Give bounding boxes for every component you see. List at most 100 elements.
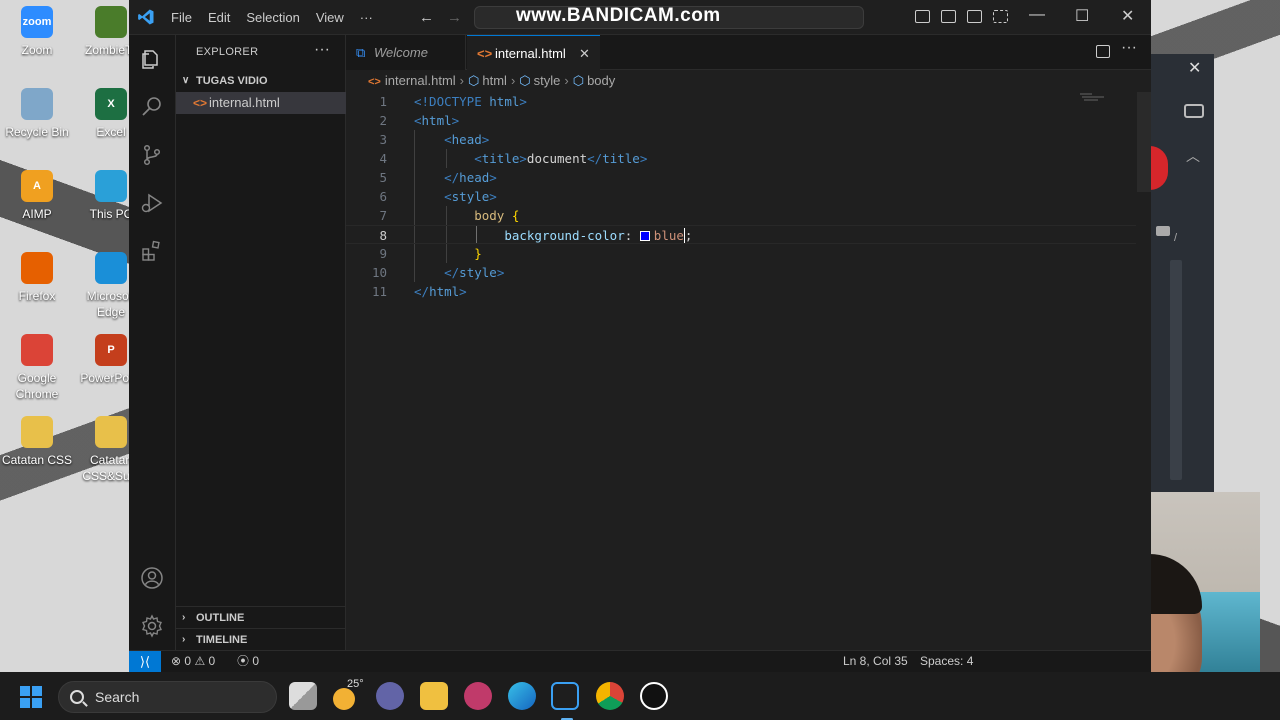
weather-icon[interactable]	[333, 688, 355, 710]
forward-arrow-icon[interactable]: →	[447, 9, 462, 26]
more-actions-button[interactable]: ···	[314, 41, 330, 59]
bandicam-record-icon[interactable]	[640, 682, 668, 710]
tab-internal-html[interactable]: <> internal.html ✕	[467, 35, 600, 70]
minimize-button[interactable]: —	[1029, 6, 1045, 24]
explorer-title: EXPLORER	[196, 46, 259, 58]
element-icon: ⬡	[519, 73, 531, 88]
task-view-icon[interactable]	[289, 682, 317, 710]
tab-welcome[interactable]: ⧉ Welcome	[346, 35, 466, 70]
more-actions-button[interactable]: ···	[1121, 39, 1137, 57]
account-icon[interactable]	[140, 566, 164, 590]
chrome-taskbar-icon[interactable]	[596, 682, 624, 710]
app-icon	[95, 170, 127, 202]
record-button[interactable]	[1150, 146, 1168, 190]
search-icon	[70, 690, 84, 704]
ports-indicator[interactable]: ⦿ 0	[237, 651, 259, 672]
desktop-icon[interactable]: A AIMP	[1, 170, 73, 222]
line-number: 1	[379, 94, 387, 109]
toggle-primary-sidebar-icon[interactable]	[915, 10, 930, 23]
extensions-icon[interactable]	[140, 239, 164, 263]
code-line: 1 <!DOCTYPE html>	[346, 92, 1136, 111]
toggle-secondary-sidebar-icon[interactable]	[967, 10, 982, 23]
customize-layout-icon[interactable]	[993, 10, 1008, 23]
desktop-icon-label: Catatan CSS	[1, 453, 73, 467]
windows-start-icon[interactable]	[20, 686, 42, 708]
gear-icon[interactable]	[140, 614, 164, 638]
run-debug-icon[interactable]	[140, 191, 164, 215]
breadcrumb-item[interactable]: internal.html	[385, 73, 456, 88]
menu-view[interactable]: View	[308, 10, 352, 25]
remote-indicator-icon[interactable]: ⟩⟨	[129, 651, 161, 673]
vertical-scrollbar[interactable]	[1137, 92, 1151, 192]
wps-office-icon[interactable]	[464, 682, 492, 710]
close-icon[interactable]: ✕	[1188, 58, 1201, 78]
desktop-icon[interactable]: Recycle Bin	[1, 88, 73, 140]
menu-edit[interactable]: Edit	[200, 10, 238, 25]
close-icon[interactable]: ✕	[579, 36, 590, 71]
menu-bar: File Edit Selection View ···	[163, 0, 381, 35]
menu-selection[interactable]: Selection	[238, 10, 307, 25]
code-line: 7 body {	[346, 206, 1136, 225]
file-explorer-icon[interactable]	[420, 682, 448, 710]
breadcrumb-item[interactable]: body	[587, 73, 615, 88]
toggle-panel-icon[interactable]	[941, 10, 956, 23]
source-control-icon[interactable]	[140, 143, 164, 167]
edge-browser-icon[interactable]	[508, 682, 536, 710]
html-file-icon: <>	[193, 96, 208, 110]
breadcrumb-item[interactable]: style	[534, 73, 561, 88]
folder-icon[interactable]	[1156, 226, 1170, 236]
desktop-icon[interactable]: Catatan CSS	[1, 416, 73, 468]
chevron-up-icon[interactable]: ︿	[1186, 146, 1200, 166]
workspace-folder[interactable]: ∨ TUGAS VIDIO	[176, 71, 346, 91]
color-swatch[interactable]	[639, 231, 650, 241]
app-icon	[95, 416, 127, 448]
code-line: 6 <style>	[346, 187, 1136, 206]
app-icon: A	[21, 170, 53, 202]
code-line: 2 <html>	[346, 111, 1136, 130]
code-line: 11 </html>	[346, 282, 1136, 301]
vscode-logo-icon: ⧉	[356, 45, 366, 60]
folder-name: TUGAS VIDIO	[196, 75, 268, 87]
line-number: 2	[379, 113, 387, 128]
problems-indicator[interactable]: ⊗ 0 ⚠ 0	[171, 651, 215, 672]
breadcrumb-item[interactable]: html	[482, 73, 507, 88]
camera-icon[interactable]	[1184, 104, 1204, 118]
timeline-section[interactable]: › TIMELINE	[176, 628, 346, 650]
line-number: 6	[379, 189, 387, 204]
breadcrumb: <> internal.html › ⬡ html › ⬡ style › ⬡ body	[346, 70, 1151, 92]
bandicam-panel: ✕ ︿ /	[1150, 54, 1214, 494]
warning-count: 0	[208, 654, 216, 668]
vscode-logo-icon	[138, 9, 154, 25]
desktop-icon[interactable]: Google Chrome	[1, 334, 73, 402]
vscode-taskbar-icon[interactable]	[551, 682, 579, 720]
line-number: 3	[379, 132, 387, 147]
split-editor-icon[interactable]	[1096, 45, 1110, 58]
broadcast-icon: ⦿	[237, 654, 250, 668]
chevron-down-icon: ∨	[182, 75, 190, 86]
menu-file[interactable]: File	[163, 10, 200, 25]
chevron-right-icon: ›	[182, 612, 186, 623]
back-arrow-icon[interactable]: ←	[419, 9, 434, 26]
close-button[interactable]: ✕	[1121, 6, 1134, 26]
teams-chat-icon[interactable]	[376, 682, 404, 710]
indentation[interactable]: Spaces: 4	[920, 651, 973, 672]
outline-section[interactable]: › OUTLINE	[176, 606, 346, 628]
cursor-position[interactable]: Ln 8, Col 35	[843, 651, 908, 672]
explorer-icon[interactable]	[140, 47, 164, 71]
search-icon[interactable]	[140, 95, 164, 119]
menu-more[interactable]: ···	[352, 10, 381, 25]
app-icon	[21, 88, 53, 120]
minimap[interactable]	[1078, 92, 1106, 104]
desktop-icon[interactable]: zoom Zoom	[1, 6, 73, 58]
maximize-button[interactable]: ☐	[1075, 6, 1089, 26]
aquarium	[1198, 592, 1260, 672]
scrollbar[interactable]	[1170, 260, 1182, 480]
file-item[interactable]: <> internal.html	[176, 92, 346, 114]
chevron-right-icon: ›	[510, 73, 516, 88]
desktop-icon[interactable]: Firefox	[1, 252, 73, 304]
app-icon	[95, 6, 127, 38]
desktop-icon-label: Firefox	[18, 289, 56, 303]
code-editor[interactable]: 1 <!DOCTYPE html> 2 <html> 3 <head> 4 <t…	[346, 92, 1136, 650]
taskbar-search[interactable]: Search	[58, 681, 277, 713]
line-number: 9	[379, 246, 387, 261]
